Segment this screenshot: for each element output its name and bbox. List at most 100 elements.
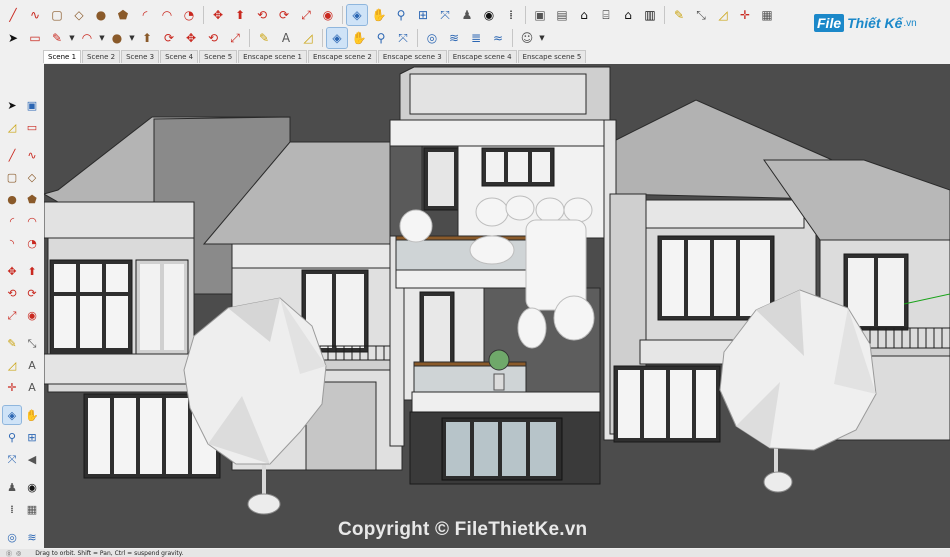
line-icon[interactable]: ╱ (3, 146, 21, 164)
dimension-icon[interactable]: ⤡ (691, 5, 711, 25)
protractor-icon[interactable]: ◿ (3, 356, 21, 374)
move-icon[interactable]: ✥ (3, 262, 21, 280)
orbit-icon[interactable]: ◈ (2, 405, 22, 425)
rectangle-icon[interactable]: ▢ (3, 168, 21, 186)
follow-me-icon[interactable]: ⟳ (23, 284, 41, 302)
line-icon[interactable]: ╱ (3, 5, 23, 25)
offset-icon[interactable]: ◉ (23, 306, 41, 324)
protractor-icon[interactable]: ◿ (713, 5, 733, 25)
freehand-icon[interactable]: ∿ (23, 146, 41, 164)
section-plane-icon[interactable]: ▦ (757, 5, 777, 25)
scene-tab[interactable]: Scene 5 (199, 50, 238, 63)
extension-warehouse-icon[interactable]: ▥ (640, 5, 660, 25)
text-icon[interactable]: A (276, 28, 296, 48)
geo-location-icon[interactable]: ◎ (16, 550, 21, 557)
paint-bucket-icon[interactable]: ◿ (3, 118, 21, 136)
two-point-arc-icon[interactable]: ◠ (23, 212, 41, 230)
zoom-extents-icon[interactable]: ⤧ (3, 450, 21, 468)
walk-icon[interactable]: ⁞ (501, 5, 521, 25)
follow-me-icon[interactable]: ⟳ (274, 5, 294, 25)
chevron-down-icon[interactable]: ▼ (538, 28, 546, 48)
eraser-icon[interactable]: ▭ (23, 118, 41, 136)
zoom-icon[interactable]: ⚲ (391, 5, 411, 25)
model-viewport[interactable] (44, 64, 950, 548)
scene-tab[interactable]: Scene 3 (121, 50, 160, 63)
arc-tool-icon[interactable]: ◠ (77, 28, 97, 48)
zoom-window-icon[interactable]: ⊞ (413, 5, 433, 25)
scale-tool-icon[interactable]: ⤢ (225, 28, 245, 48)
text-icon[interactable]: A (23, 356, 41, 374)
rotate-icon[interactable]: ⟲ (252, 5, 272, 25)
circle-icon[interactable]: ● (91, 5, 111, 25)
two-point-arc-icon[interactable]: ◠ (157, 5, 177, 25)
arc-icon[interactable]: ◜ (3, 212, 21, 230)
rectangle-icon[interactable]: ▢ (47, 5, 67, 25)
chevron-down-icon[interactable]: ▼ (68, 28, 76, 48)
scene-tab[interactable]: Enscape scene 3 (377, 50, 447, 63)
share-model-icon[interactable]: ⌂ (618, 5, 638, 25)
3d-text-icon[interactable]: A (23, 378, 41, 396)
pencil-icon[interactable]: ✎ (47, 28, 67, 48)
zoom-tool-icon[interactable]: ⚲ (371, 28, 391, 48)
stamp-icon[interactable]: ≣ (466, 28, 486, 48)
offset-icon[interactable]: ◉ (318, 5, 338, 25)
zoom-extents-tool-icon[interactable]: ⤧ (393, 28, 413, 48)
scene-tab[interactable]: Scene 2 (82, 50, 121, 63)
home-icon[interactable]: ⌂ (574, 5, 594, 25)
tape-icon[interactable]: ✎ (254, 28, 274, 48)
three-point-arc-icon[interactable]: ◝ (3, 234, 21, 252)
zoom-window-icon[interactable]: ⊞ (23, 428, 41, 446)
dimension-icon[interactable]: ⤡ (23, 334, 41, 352)
eraser-icon[interactable]: ▭ (25, 28, 45, 48)
chevron-down-icon[interactable]: ▼ (98, 28, 106, 48)
zoom-icon[interactable]: ⚲ (3, 428, 21, 446)
move-tool-icon[interactable]: ✥ (181, 28, 201, 48)
polygon-icon[interactable]: ⬟ (113, 5, 133, 25)
previous-view-icon[interactable]: ◀ (23, 450, 41, 468)
materials-icon[interactable]: ▤ (552, 5, 572, 25)
paint-icon[interactable]: ◿ (298, 28, 318, 48)
scene-tab[interactable]: Enscape scene 1 (238, 50, 307, 63)
account-icon[interactable]: ☺ (517, 28, 537, 48)
scene-tab[interactable]: Enscape scene 2 (308, 50, 377, 63)
scene-tab[interactable]: Enscape scene 5 (517, 50, 587, 63)
rotate-tool-icon[interactable]: ⟲ (203, 28, 223, 48)
freehand-icon[interactable]: ∿ (25, 5, 45, 25)
orbit-icon[interactable]: ◈ (346, 4, 368, 26)
rotated-rectangle-icon[interactable]: ◇ (69, 5, 89, 25)
orbit-tool-icon[interactable]: ◈ (326, 27, 348, 49)
axes-icon[interactable]: ✛ (735, 5, 755, 25)
position-camera-icon[interactable]: ♟ (457, 5, 477, 25)
scale-icon[interactable]: ⤢ (296, 5, 316, 25)
pan-icon[interactable]: ✋ (369, 5, 389, 25)
position-camera-icon[interactable]: ♟ (3, 478, 21, 496)
shape-tool-icon[interactable]: ● (107, 28, 127, 48)
look-around-icon[interactable]: ◉ (23, 478, 41, 496)
tape-measure-icon[interactable]: ✎ (3, 334, 21, 352)
scene-tab[interactable]: Scene 4 (160, 50, 199, 63)
sandbox-from-contours-icon[interactable]: ◎ (3, 528, 21, 546)
info-icon[interactable]: ⓪ (6, 549, 12, 557)
select-icon[interactable]: ➤ (3, 96, 21, 114)
sandbox-scratch-icon[interactable]: ≋ (23, 528, 41, 546)
move-icon[interactable]: ✥ (208, 5, 228, 25)
pan-icon[interactable]: ✋ (23, 406, 41, 424)
select-icon[interactable]: ➤ (3, 28, 23, 48)
push-pull-icon[interactable]: ⬆ (230, 5, 250, 25)
components-icon[interactable]: ▣ (23, 96, 41, 114)
axes-icon[interactable]: ✛ (3, 378, 21, 396)
push-pull-tool-icon[interactable]: ⬆ (137, 28, 157, 48)
warehouse-icon[interactable]: ⌸ (596, 5, 616, 25)
push-pull-icon[interactable]: ⬆ (23, 262, 41, 280)
components-icon[interactable]: ▣ (530, 5, 550, 25)
look-around-icon[interactable]: ◉ (479, 5, 499, 25)
follow-tool-icon[interactable]: ⟳ (159, 28, 179, 48)
scale-icon[interactable]: ⤢ (3, 306, 21, 324)
scene-tab[interactable]: Enscape scene 4 (447, 50, 517, 63)
walk-icon[interactable]: ⁞ (3, 500, 21, 518)
rotated-rectangle-icon[interactable]: ◇ (23, 168, 41, 186)
rotate-icon[interactable]: ⟲ (3, 284, 21, 302)
polygon-icon[interactable]: ⬟ (23, 190, 41, 208)
tape-measure-icon[interactable]: ✎ (669, 5, 689, 25)
section-plane-icon[interactable]: ▦ (23, 500, 41, 518)
